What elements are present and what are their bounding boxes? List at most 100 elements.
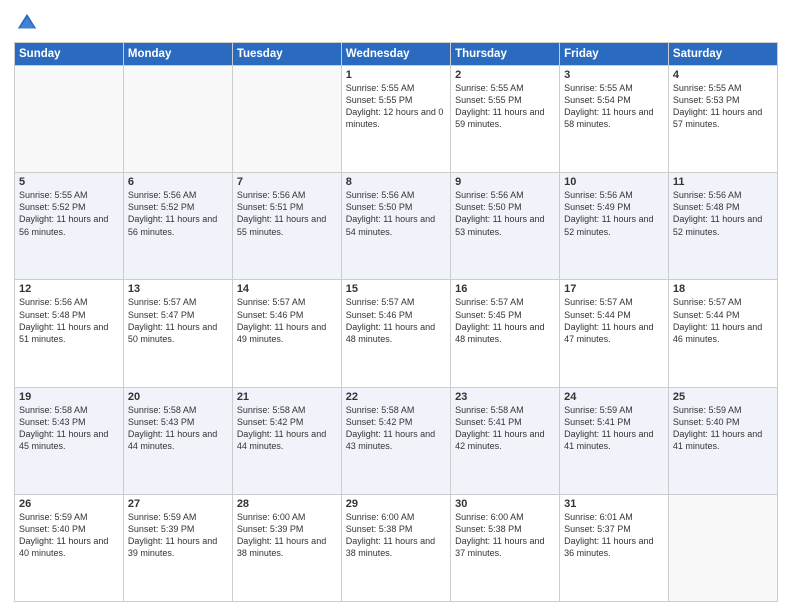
calendar-cell: 20Sunrise: 5:58 AMSunset: 5:43 PMDayligh… [123,387,232,494]
weekday-header-tuesday: Tuesday [232,43,341,66]
day-number: 8 [346,176,446,188]
day-info: Sunrise: 5:56 AMSunset: 5:48 PMDaylight:… [19,296,119,345]
day-info: Sunrise: 5:55 AMSunset: 5:55 PMDaylight:… [455,82,555,131]
header [14,10,778,34]
day-info: Sunrise: 5:55 AMSunset: 5:54 PMDaylight:… [564,82,664,131]
day-info: Sunrise: 5:56 AMSunset: 5:50 PMDaylight:… [346,189,446,238]
day-number: 24 [564,391,664,403]
day-number: 31 [564,498,664,510]
day-info: Sunrise: 5:59 AMSunset: 5:39 PMDaylight:… [128,511,228,560]
day-info: Sunrise: 5:56 AMSunset: 5:51 PMDaylight:… [237,189,337,238]
weekday-header-saturday: Saturday [668,43,777,66]
day-info: Sunrise: 5:57 AMSunset: 5:46 PMDaylight:… [237,296,337,345]
day-info: Sunrise: 5:58 AMSunset: 5:42 PMDaylight:… [237,404,337,453]
page: SundayMondayTuesdayWednesdayThursdayFrid… [0,0,792,612]
calendar-cell: 10Sunrise: 5:56 AMSunset: 5:49 PMDayligh… [560,173,669,280]
calendar-cell: 3Sunrise: 5:55 AMSunset: 5:54 PMDaylight… [560,66,669,173]
day-info: Sunrise: 5:59 AMSunset: 5:41 PMDaylight:… [564,404,664,453]
calendar-cell: 24Sunrise: 5:59 AMSunset: 5:41 PMDayligh… [560,387,669,494]
day-info: Sunrise: 5:58 AMSunset: 5:43 PMDaylight:… [128,404,228,453]
day-info: Sunrise: 6:00 AMSunset: 5:38 PMDaylight:… [346,511,446,560]
weekday-header-thursday: Thursday [451,43,560,66]
calendar-week-2: 5Sunrise: 5:55 AMSunset: 5:52 PMDaylight… [15,173,778,280]
calendar-cell [668,494,777,601]
calendar-cell: 26Sunrise: 5:59 AMSunset: 5:40 PMDayligh… [15,494,124,601]
day-info: Sunrise: 6:00 AMSunset: 5:38 PMDaylight:… [455,511,555,560]
calendar-cell [232,66,341,173]
day-info: Sunrise: 5:55 AMSunset: 5:55 PMDaylight:… [346,82,446,131]
day-info: Sunrise: 5:59 AMSunset: 5:40 PMDaylight:… [19,511,119,560]
calendar-week-3: 12Sunrise: 5:56 AMSunset: 5:48 PMDayligh… [15,280,778,387]
day-info: Sunrise: 5:57 AMSunset: 5:44 PMDaylight:… [564,296,664,345]
calendar-cell: 17Sunrise: 5:57 AMSunset: 5:44 PMDayligh… [560,280,669,387]
calendar-cell: 22Sunrise: 5:58 AMSunset: 5:42 PMDayligh… [341,387,450,494]
day-number: 2 [455,69,555,81]
calendar-cell: 4Sunrise: 5:55 AMSunset: 5:53 PMDaylight… [668,66,777,173]
day-number: 15 [346,283,446,295]
day-number: 30 [455,498,555,510]
day-number: 21 [237,391,337,403]
weekday-header-sunday: Sunday [15,43,124,66]
day-number: 25 [673,391,773,403]
calendar-cell: 11Sunrise: 5:56 AMSunset: 5:48 PMDayligh… [668,173,777,280]
calendar-cell: 29Sunrise: 6:00 AMSunset: 5:38 PMDayligh… [341,494,450,601]
logo [14,14,38,34]
day-number: 14 [237,283,337,295]
calendar-week-5: 26Sunrise: 5:59 AMSunset: 5:40 PMDayligh… [15,494,778,601]
calendar-week-4: 19Sunrise: 5:58 AMSunset: 5:43 PMDayligh… [15,387,778,494]
day-number: 29 [346,498,446,510]
calendar-cell: 7Sunrise: 5:56 AMSunset: 5:51 PMDaylight… [232,173,341,280]
day-number: 17 [564,283,664,295]
day-info: Sunrise: 5:56 AMSunset: 5:48 PMDaylight:… [673,189,773,238]
calendar-cell: 1Sunrise: 5:55 AMSunset: 5:55 PMDaylight… [341,66,450,173]
calendar-cell: 12Sunrise: 5:56 AMSunset: 5:48 PMDayligh… [15,280,124,387]
day-number: 11 [673,176,773,188]
day-info: Sunrise: 5:57 AMSunset: 5:44 PMDaylight:… [673,296,773,345]
day-number: 1 [346,69,446,81]
day-info: Sunrise: 5:58 AMSunset: 5:43 PMDaylight:… [19,404,119,453]
day-info: Sunrise: 5:57 AMSunset: 5:45 PMDaylight:… [455,296,555,345]
calendar-week-1: 1Sunrise: 5:55 AMSunset: 5:55 PMDaylight… [15,66,778,173]
calendar-cell: 27Sunrise: 5:59 AMSunset: 5:39 PMDayligh… [123,494,232,601]
day-number: 4 [673,69,773,81]
day-info: Sunrise: 5:56 AMSunset: 5:49 PMDaylight:… [564,189,664,238]
calendar-cell: 28Sunrise: 6:00 AMSunset: 5:39 PMDayligh… [232,494,341,601]
calendar-cell [15,66,124,173]
day-number: 3 [564,69,664,81]
weekday-header-friday: Friday [560,43,669,66]
calendar-cell: 18Sunrise: 5:57 AMSunset: 5:44 PMDayligh… [668,280,777,387]
day-info: Sunrise: 5:56 AMSunset: 5:50 PMDaylight:… [455,189,555,238]
day-info: Sunrise: 5:59 AMSunset: 5:40 PMDaylight:… [673,404,773,453]
calendar-cell: 2Sunrise: 5:55 AMSunset: 5:55 PMDaylight… [451,66,560,173]
day-number: 26 [19,498,119,510]
day-number: 13 [128,283,228,295]
logo-icon [16,12,38,34]
day-info: Sunrise: 6:01 AMSunset: 5:37 PMDaylight:… [564,511,664,560]
day-number: 12 [19,283,119,295]
day-number: 20 [128,391,228,403]
day-number: 18 [673,283,773,295]
calendar-cell: 16Sunrise: 5:57 AMSunset: 5:45 PMDayligh… [451,280,560,387]
day-info: Sunrise: 5:58 AMSunset: 5:42 PMDaylight:… [346,404,446,453]
day-number: 22 [346,391,446,403]
calendar-table: SundayMondayTuesdayWednesdayThursdayFrid… [14,42,778,602]
day-info: Sunrise: 5:55 AMSunset: 5:52 PMDaylight:… [19,189,119,238]
day-number: 23 [455,391,555,403]
calendar-cell: 23Sunrise: 5:58 AMSunset: 5:41 PMDayligh… [451,387,560,494]
calendar-cell: 19Sunrise: 5:58 AMSunset: 5:43 PMDayligh… [15,387,124,494]
calendar-cell [123,66,232,173]
calendar-cell: 15Sunrise: 5:57 AMSunset: 5:46 PMDayligh… [341,280,450,387]
day-number: 28 [237,498,337,510]
weekday-header-wednesday: Wednesday [341,43,450,66]
calendar-cell: 13Sunrise: 5:57 AMSunset: 5:47 PMDayligh… [123,280,232,387]
calendar-cell: 5Sunrise: 5:55 AMSunset: 5:52 PMDaylight… [15,173,124,280]
day-number: 7 [237,176,337,188]
calendar-cell: 14Sunrise: 5:57 AMSunset: 5:46 PMDayligh… [232,280,341,387]
calendar-cell: 31Sunrise: 6:01 AMSunset: 5:37 PMDayligh… [560,494,669,601]
day-number: 9 [455,176,555,188]
day-info: Sunrise: 5:57 AMSunset: 5:46 PMDaylight:… [346,296,446,345]
day-number: 27 [128,498,228,510]
calendar-cell: 9Sunrise: 5:56 AMSunset: 5:50 PMDaylight… [451,173,560,280]
day-info: Sunrise: 5:57 AMSunset: 5:47 PMDaylight:… [128,296,228,345]
day-info: Sunrise: 6:00 AMSunset: 5:39 PMDaylight:… [237,511,337,560]
